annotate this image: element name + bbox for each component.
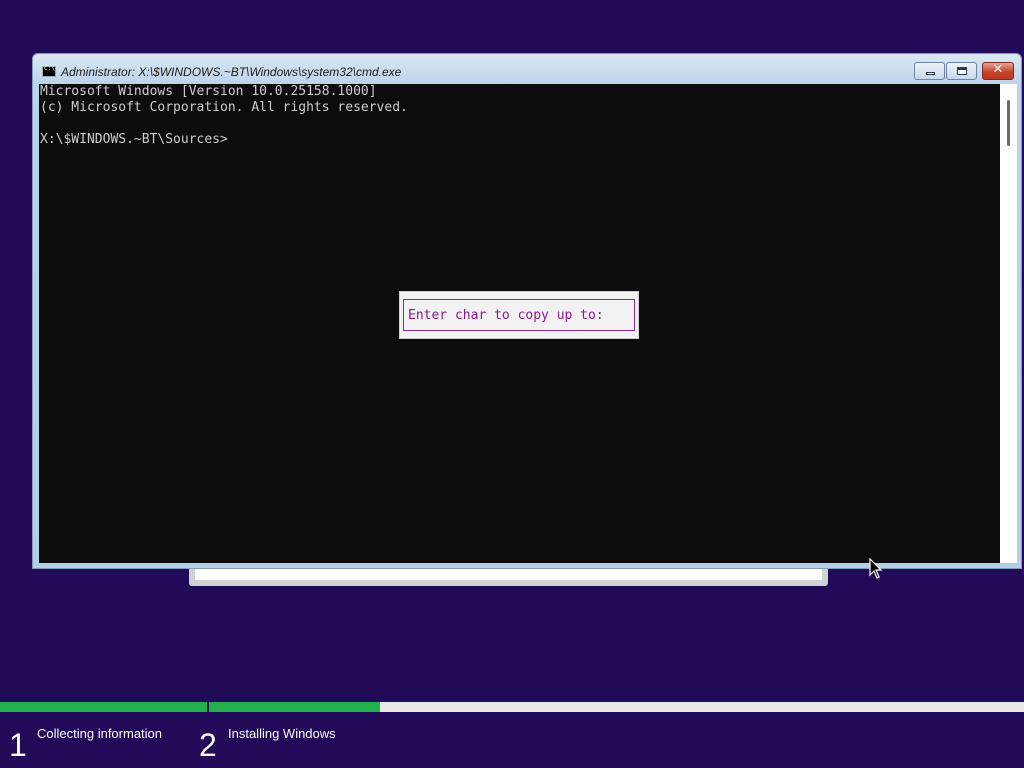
progress-fill-collecting <box>0 702 207 712</box>
close-icon: ✕ <box>992 62 1004 77</box>
copy-char-popup-frame[interactable]: Enter char to copy up to: <box>403 299 635 331</box>
step-label: Installing Windows <box>228 726 336 741</box>
console-line-copyright: (c) Microsoft Corporation. All rights re… <box>40 100 408 115</box>
maximize-icon <box>957 67 967 75</box>
progress-fill-installing <box>209 702 381 712</box>
progress-divider <box>207 702 209 712</box>
console-prompt: X:\$WINDOWS.~BT\Sources> <box>40 132 228 147</box>
progress-segment-collecting <box>0 702 207 712</box>
close-button[interactable]: ✕ <box>982 62 1014 80</box>
window-title: Administrator: X:\$WINDOWS.~BT\Windows\s… <box>61 65 402 79</box>
cmd-titlebar[interactable]: Administrator: X:\$WINDOWS.~BT\Windows\s… <box>33 54 1021 84</box>
setup-desktop: Administrator: X:\$WINDOWS.~BT\Windows\s… <box>0 0 1024 768</box>
copy-char-popup[interactable]: Enter char to copy up to: <box>399 291 639 339</box>
console-line-version: Microsoft Windows [Version 10.0.25158.10… <box>40 84 377 99</box>
setup-progress-bar <box>0 702 1024 712</box>
setup-window-behind <box>189 566 828 586</box>
vertical-scrollbar[interactable] <box>1000 84 1017 563</box>
step-label: Collecting information <box>37 726 163 741</box>
maximize-button[interactable] <box>946 62 977 80</box>
minimize-icon <box>926 72 935 75</box>
step-number: 2 <box>199 727 217 763</box>
progress-segment-installing <box>209 702 1024 712</box>
copy-char-prompt: Enter char to copy up to: <box>408 308 604 323</box>
minimize-button[interactable] <box>914 62 945 80</box>
step-number: 1 <box>9 727 27 763</box>
scrollbar-thumb[interactable] <box>1007 100 1010 146</box>
mouse-pointer-icon <box>869 558 883 579</box>
cmd-icon[interactable] <box>42 65 56 77</box>
